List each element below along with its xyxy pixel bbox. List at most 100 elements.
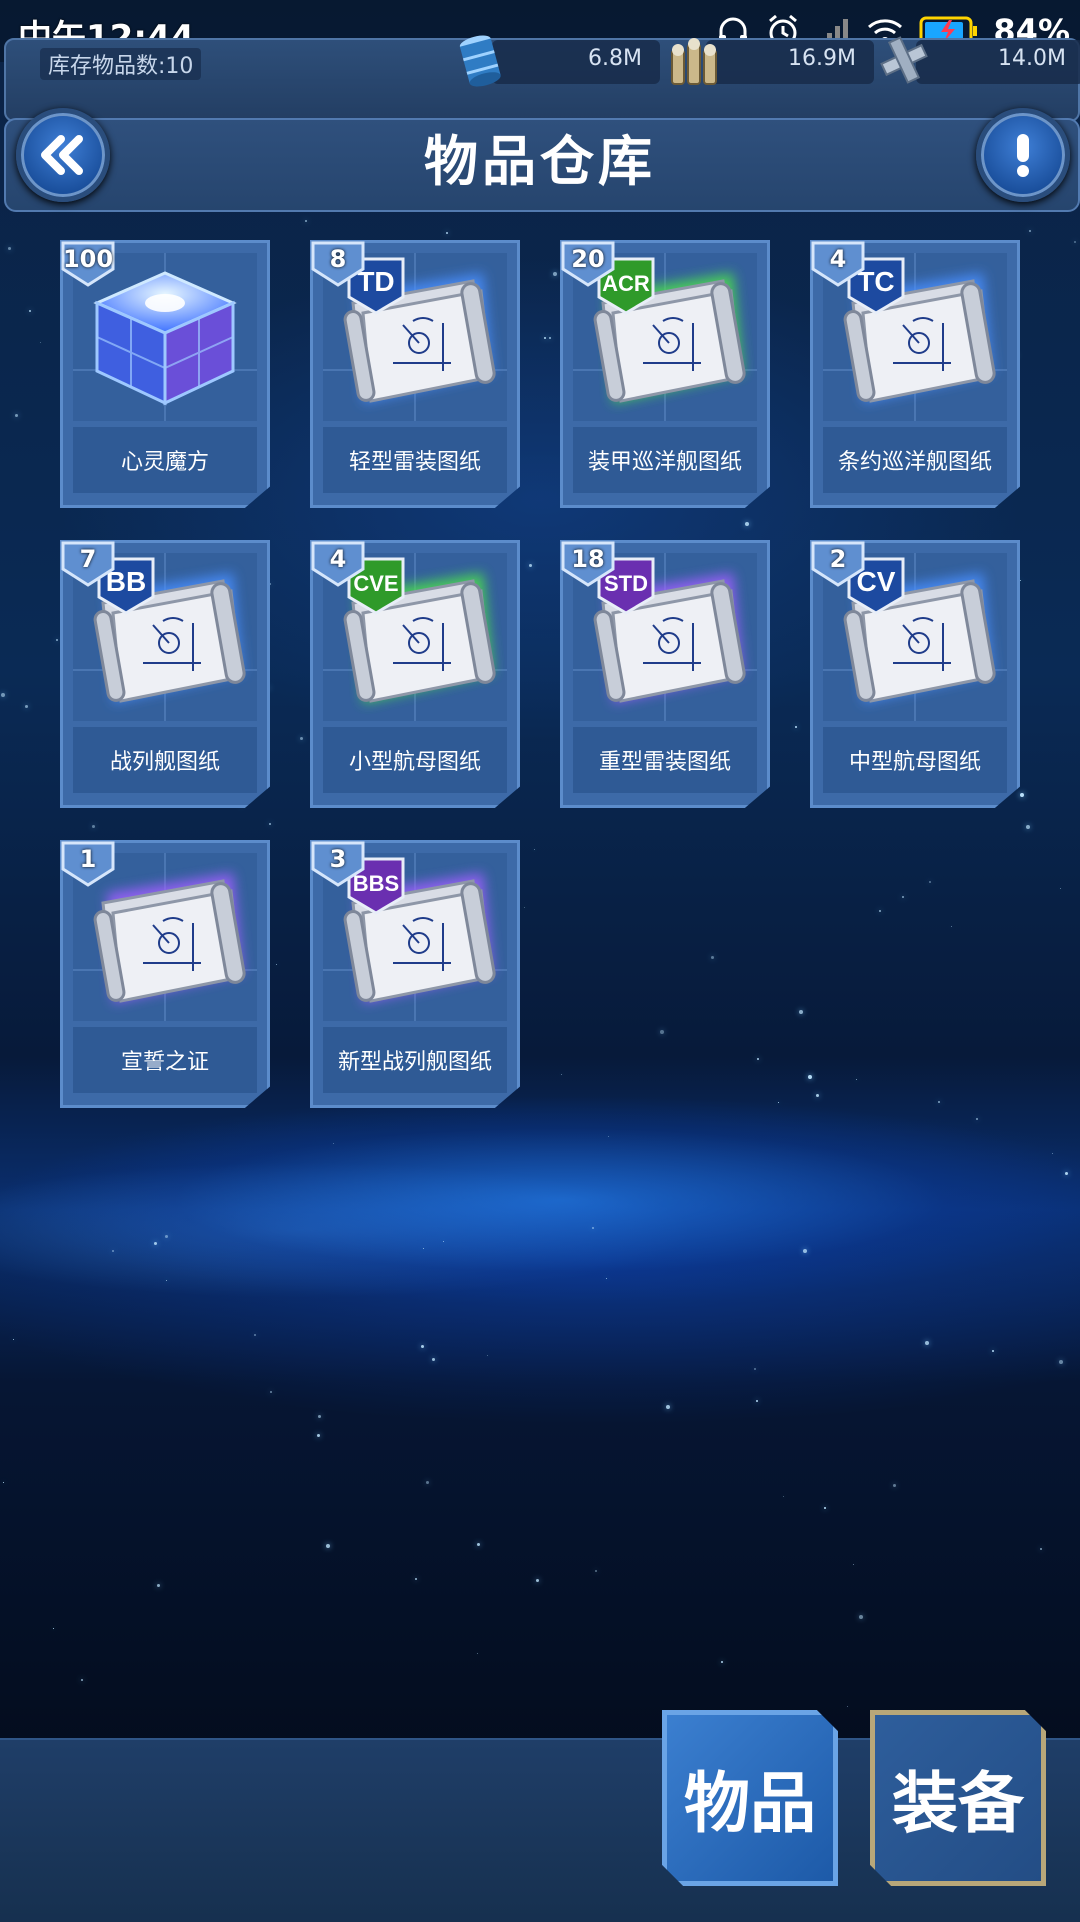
star: [606, 1278, 607, 1279]
item-name: 轻型雷装图纸: [348, 450, 481, 475]
star: [1060, 888, 1061, 889]
item-label-box: 轻型雷装图纸: [323, 427, 507, 493]
star: [29, 310, 31, 312]
star: [976, 1118, 978, 1120]
inventory-count: 库存物品数:10: [40, 48, 202, 80]
star: [13, 1339, 14, 1340]
item-card[interactable]: BB 战列舰图纸 7: [60, 540, 270, 808]
ammo-value: 16.9M: [788, 46, 856, 71]
item-count-badge: 20: [560, 240, 617, 287]
star: [1020, 793, 1024, 797]
star: [15, 414, 18, 417]
star: [166, 1280, 167, 1281]
star: [893, 1484, 896, 1487]
star: [270, 1391, 272, 1393]
star: [608, 1136, 609, 1137]
tab-equipment[interactable]: 装备: [870, 1710, 1046, 1886]
steel-icon: [880, 36, 928, 84]
back-button[interactable]: [16, 108, 110, 202]
item-card[interactable]: STD 重型雷装图纸 18: [560, 540, 770, 808]
item-label-box: 中型航母图纸: [823, 727, 1007, 793]
info-button[interactable]: [976, 108, 1070, 202]
steel-value: 14.0M: [998, 46, 1066, 71]
item-label-box: 装甲巡洋舰图纸: [573, 427, 757, 493]
star: [1040, 1548, 1042, 1550]
item-card[interactable]: BBS 新型战列舰图纸 3: [310, 840, 520, 1108]
star: [333, 1143, 334, 1144]
star: [305, 220, 307, 222]
item-label-box: 小型航母图纸: [323, 727, 507, 793]
star: [326, 1544, 330, 1548]
item-name: 条约巡洋舰图纸: [837, 450, 992, 475]
item-name: 心灵魔方: [120, 450, 209, 475]
star: [853, 1564, 854, 1565]
star: [53, 1628, 54, 1629]
star: [318, 1415, 321, 1418]
star: [1059, 1360, 1063, 1364]
star: [157, 1584, 160, 1587]
item-name: 新型战列舰图纸: [337, 1050, 492, 1075]
star: [154, 1242, 157, 1245]
item-label-box: 条约巡洋舰图纸: [823, 427, 1007, 493]
item-card[interactable]: CVE 小型航母图纸 4: [310, 540, 520, 808]
item-card[interactable]: 心灵魔方 100: [60, 240, 270, 508]
double-chevron-left-icon: [41, 135, 83, 175]
item-count-badge: 2: [810, 540, 867, 587]
item-name: 重型雷装图纸: [598, 750, 731, 775]
star: [859, 1615, 863, 1619]
oil-barrel-icon: [459, 35, 501, 87]
star: [992, 1350, 994, 1352]
star: [25, 705, 28, 708]
star: [1052, 1153, 1053, 1154]
item-card[interactable]: TC 条约巡洋舰图纸 4: [810, 240, 1020, 508]
item-count: 7: [79, 545, 97, 573]
item-count-badge: 4: [810, 240, 867, 287]
star: [477, 1653, 478, 1654]
star: [423, 1248, 424, 1249]
star: [824, 1507, 826, 1509]
star: [317, 1434, 320, 1437]
item-name: 小型航母图纸: [348, 750, 481, 775]
star: [754, 1368, 756, 1370]
item-name: 中型航母图纸: [848, 750, 981, 775]
item-count-badge: 1: [60, 840, 117, 887]
item-card[interactable]: TD 轻型雷装图纸 8: [310, 240, 520, 508]
item-name: 宣誓之证: [120, 1050, 209, 1075]
star: [1020, 580, 1021, 581]
tab-items[interactable]: 物品: [662, 1710, 838, 1886]
item-count: 8: [329, 245, 347, 273]
star: [1029, 230, 1031, 232]
star: [803, 1249, 807, 1253]
item-count: 1: [79, 845, 97, 873]
item-label-box: 战列舰图纸: [73, 727, 257, 793]
item-card[interactable]: CV 中型航母图纸 2: [810, 540, 1020, 808]
item-count-badge: 18: [560, 540, 617, 587]
star: [783, 1496, 784, 1497]
star: [112, 1250, 114, 1252]
item-grid: 心灵魔方 100 TD 轻型雷装图纸 8 ACR 装甲巡洋舰图纸 20 TC 条约巡洋舰图纸 4 BB…: [60, 240, 1020, 1108]
item-count: 3: [329, 845, 347, 873]
star: [721, 1661, 723, 1663]
oil-value: 6.8M: [588, 46, 642, 71]
star: [432, 1358, 435, 1361]
item-label-box: 重型雷装图纸: [573, 727, 757, 793]
star: [3, 1482, 4, 1483]
star: [1, 693, 5, 697]
star: [40, 342, 41, 343]
item-count-badge: 7: [60, 540, 117, 587]
star: [56, 639, 58, 641]
page-title: 物品仓库: [424, 130, 656, 193]
star: [426, 1481, 429, 1484]
item-count: 20: [571, 245, 605, 273]
star: [925, 1341, 929, 1345]
item-card[interactable]: ACR 装甲巡洋舰图纸 20: [560, 240, 770, 508]
item-name: 装甲巡洋舰图纸: [587, 450, 742, 475]
star: [756, 1400, 758, 1402]
star: [1074, 241, 1076, 243]
item-card[interactable]: 宣誓之证 1: [60, 840, 270, 1108]
item-label-box: 新型战列舰图纸: [323, 1027, 507, 1093]
star: [536, 1579, 539, 1582]
star: [165, 1235, 168, 1238]
item-count-badge: 3: [310, 840, 367, 887]
star: [1026, 825, 1030, 829]
